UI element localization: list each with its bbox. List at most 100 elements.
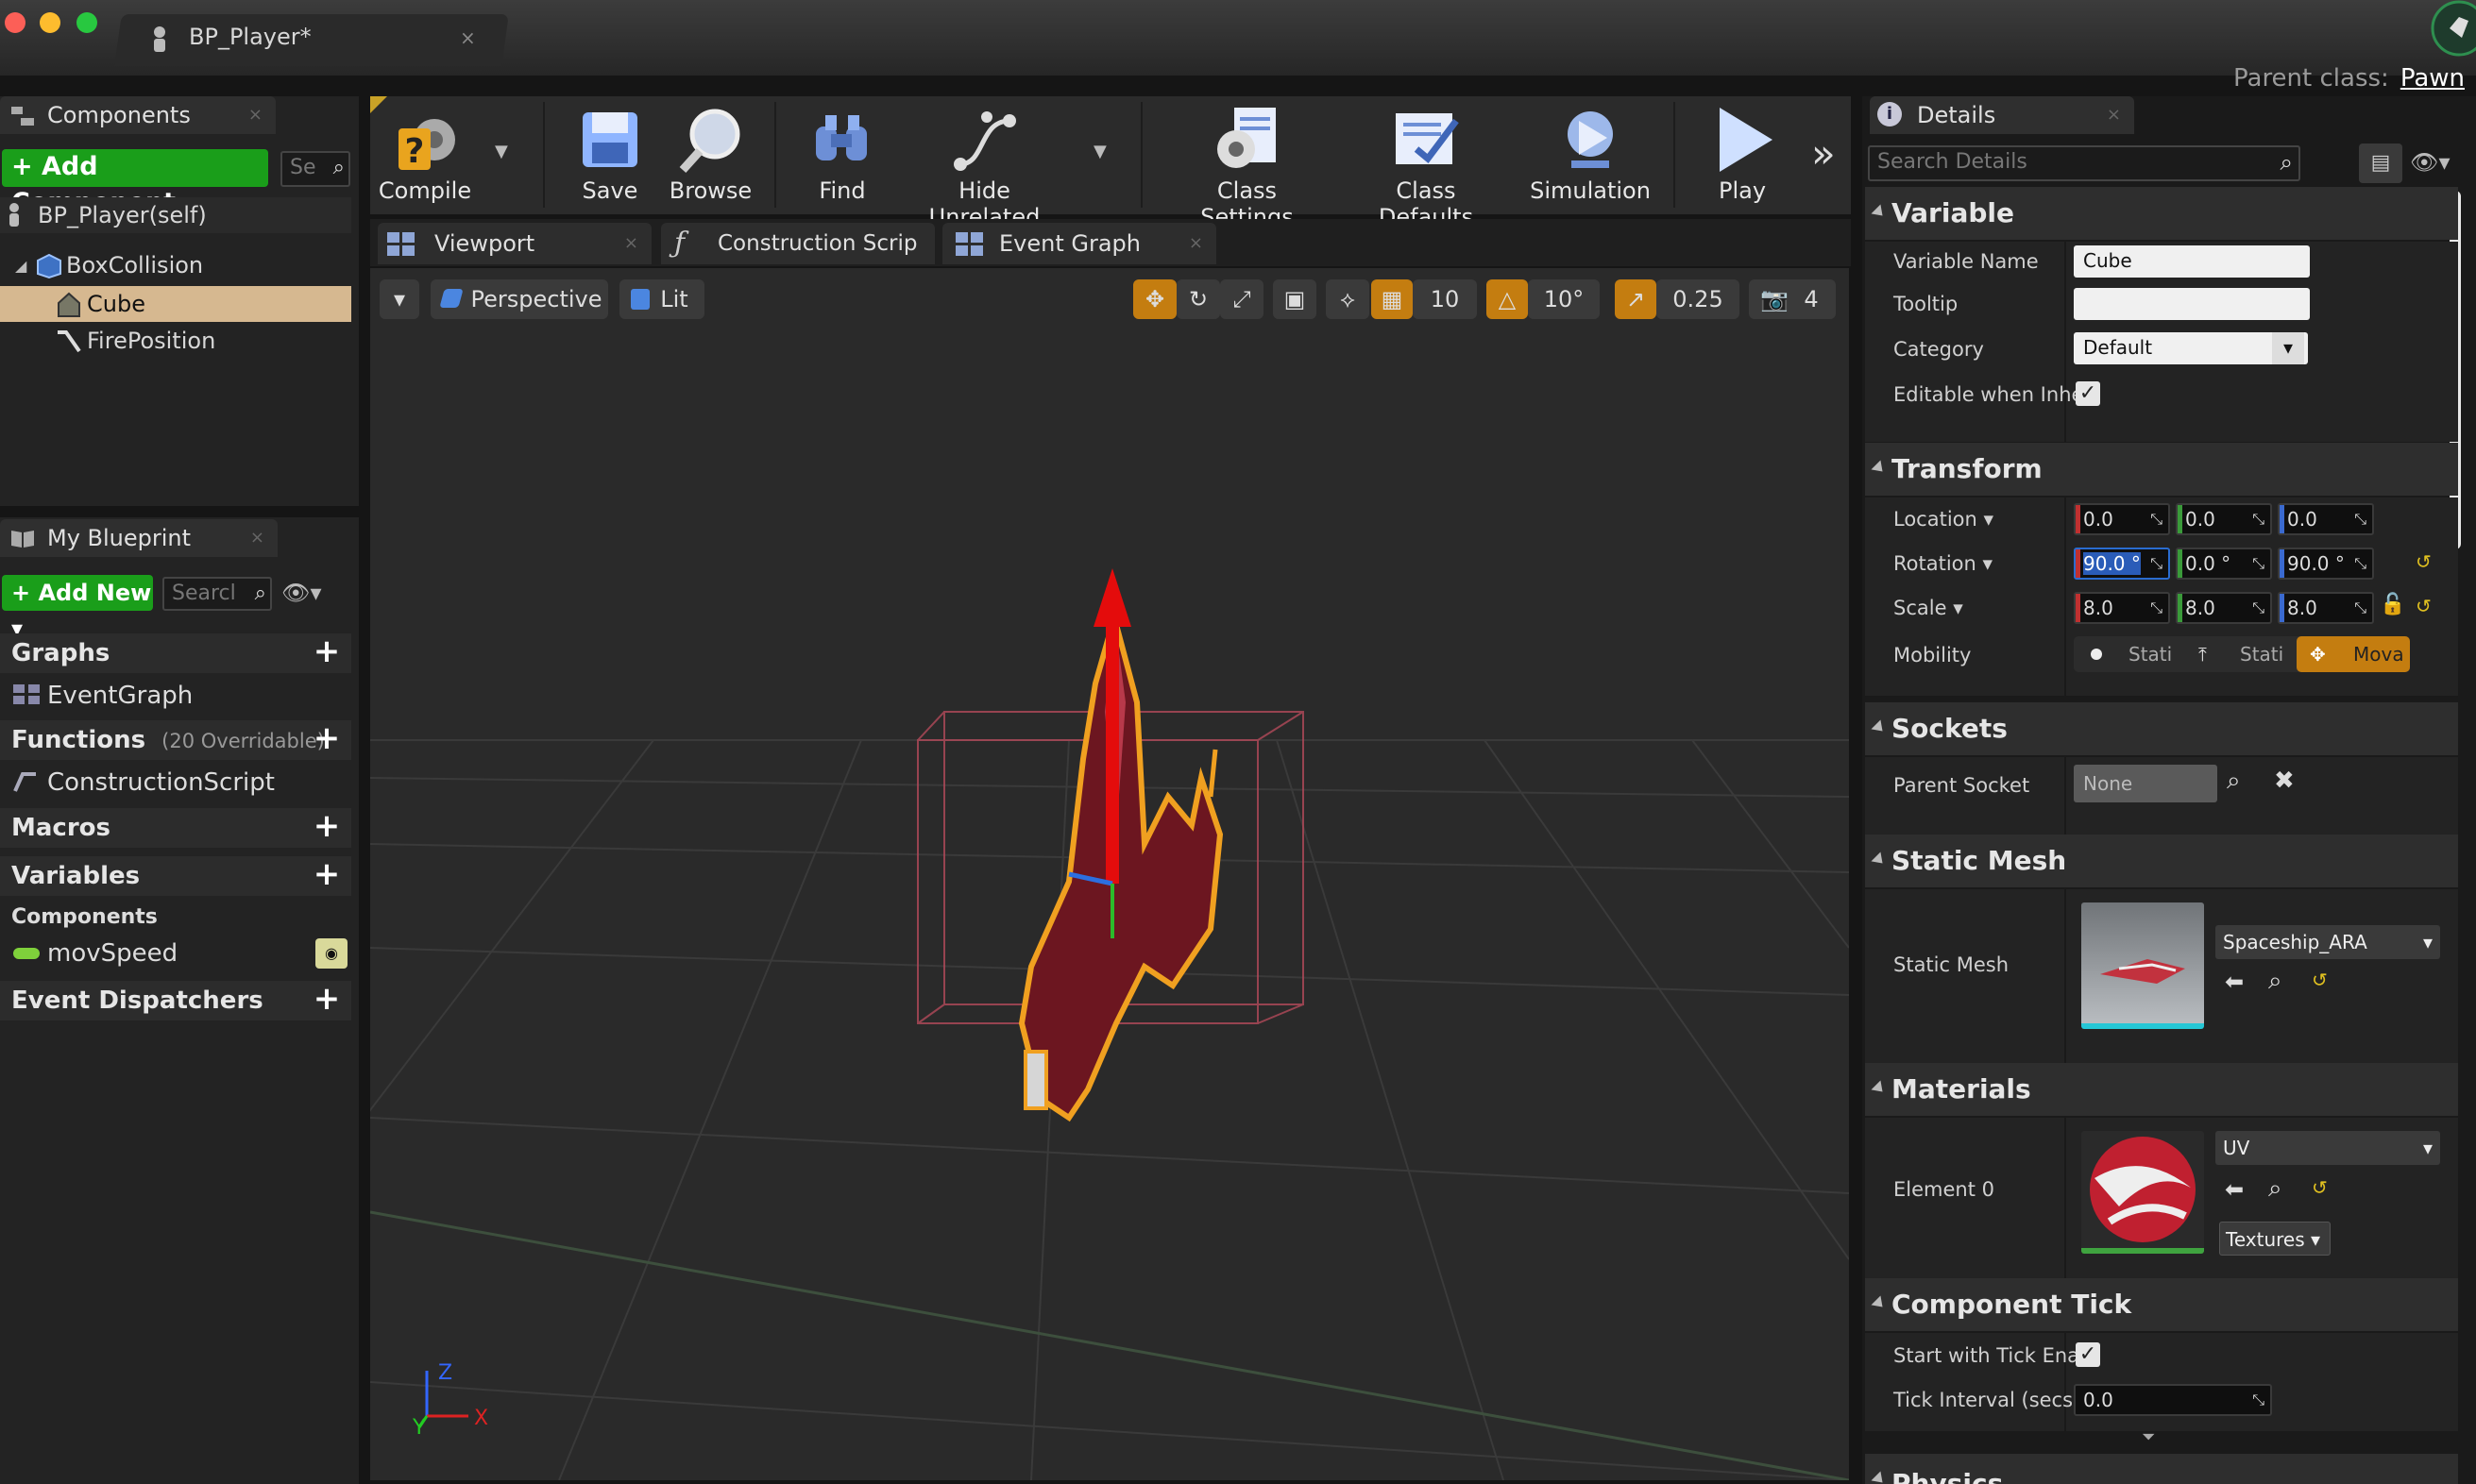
static-mesh-thumbnail[interactable] <box>2081 902 2204 1029</box>
rotation-x-field[interactable]: 90.0 ° ⤡ <box>2074 548 2170 580</box>
rotation-label[interactable]: Rotation ▾ <box>1893 552 1993 575</box>
reset-to-default-icon[interactable]: ↺ <box>2312 969 2328 991</box>
section-transform[interactable]: Transform <box>1865 443 2458 496</box>
location-z-field[interactable]: 0.0 ⤡ <box>2278 503 2374 535</box>
compile-button[interactable]: ? Compile <box>378 102 472 204</box>
clear-icon[interactable]: ✖ <box>2274 767 2295 795</box>
rotation-snap-toggle[interactable]: △ <box>1486 279 1528 319</box>
start-with-tick-checkbox[interactable]: ✓ <box>2076 1342 2100 1367</box>
section-materials[interactable]: Materials <box>1865 1063 2458 1116</box>
location-y-field[interactable]: 0.0 ⤡ <box>2176 503 2272 535</box>
category-dropdown[interactable]: Default ▾ <box>2074 332 2308 364</box>
material-dropdown[interactable]: UV ▾ <box>2215 1131 2440 1165</box>
location-x-field[interactable]: 0.0 ⤡ <box>2074 503 2170 535</box>
surface-snap-button[interactable]: ⟡ <box>1326 279 1369 319</box>
editable-when-inherited-checkbox[interactable]: ✓ <box>2076 381 2100 406</box>
tree-item-fireposition[interactable]: FirePosition <box>0 323 351 359</box>
tick-interval-field[interactable]: 0.0 ⤡ <box>2074 1384 2272 1416</box>
property-matrix-icon[interactable]: ▤ <box>2359 143 2402 183</box>
textures-dropdown-button[interactable]: Textures ▾ <box>2219 1222 2331 1256</box>
location-label[interactable]: Location ▾ <box>1893 508 1993 531</box>
movspeed-variable-item[interactable]: movSpeed <box>0 935 351 972</box>
material-thumbnail[interactable] <box>2081 1131 2204 1254</box>
macros-category[interactable]: Macros + <box>0 808 351 848</box>
close-icon[interactable]: × <box>1189 223 1203 264</box>
add-macro-button[interactable]: + <box>312 810 342 842</box>
translate-mode-button[interactable]: ✥ <box>1133 279 1177 319</box>
use-selected-arrow-icon[interactable]: ⬅ <box>2225 969 2244 995</box>
compile-options-chevron-icon[interactable]: ▼ <box>495 142 508 161</box>
section-static-mesh[interactable]: Static Mesh <box>1865 835 2458 887</box>
mobility-stationary-option[interactable]: ⤒ Stati <box>2183 636 2297 672</box>
visibility-eye-icon[interactable]: 👁▾ <box>281 580 322 606</box>
search-icon[interactable]: ⌕ <box>2227 767 2241 796</box>
parent-socket-field[interactable]: None <box>2074 765 2217 802</box>
my-blueprint-tab[interactable]: My Blueprint × <box>0 519 278 557</box>
scale-x-field[interactable]: 8.0 ⤡ <box>2074 592 2170 624</box>
add-variable-button[interactable]: + <box>312 858 342 890</box>
viewport-canvas[interactable]: Z X Y <box>370 268 1849 1480</box>
section-physics[interactable]: Physics <box>1865 1454 2458 1484</box>
use-selected-arrow-icon[interactable]: ⬅ <box>2225 1176 2244 1203</box>
scale-y-field[interactable]: 8.0 ⤡ <box>2176 592 2272 624</box>
close-icon[interactable]: × <box>624 223 638 264</box>
viewport-options-button[interactable]: ▾ <box>380 279 419 319</box>
parent-class-link[interactable]: Pawn <box>2400 64 2465 93</box>
find-button[interactable]: Find <box>795 102 890 204</box>
variable-name-input[interactable]: Cube <box>2074 245 2310 278</box>
visibility-eye-icon[interactable]: 👁▾ <box>2410 149 2451 176</box>
perspective-button[interactable]: Perspective <box>431 279 608 319</box>
tree-item-cube[interactable]: Cube <box>0 286 351 322</box>
grid-snap-value[interactable]: 10 <box>1413 279 1477 319</box>
browse-search-icon[interactable]: ⌕ <box>2268 1174 2282 1204</box>
scale-snap-value[interactable]: 0.25 <box>1656 279 1739 319</box>
my-blueprint-search-input[interactable]: Searcl ⌕ <box>162 577 272 611</box>
variables-category[interactable]: Variables + <box>0 856 351 896</box>
expand-advanced-icon[interactable]: ⏷ <box>2142 1427 2155 1447</box>
hide-unrelated-options-chevron-icon[interactable]: ▼ <box>1094 142 1107 161</box>
scale-mode-button[interactable]: ⤢ <box>1220 279 1263 319</box>
camera-speed-button[interactable]: 📷 4 <box>1749 279 1836 319</box>
browse-search-icon[interactable]: ⌕ <box>2268 967 2282 996</box>
ue-logo-icon[interactable] <box>2410 0 2476 57</box>
collapse-arrow-icon[interactable]: ◢ <box>15 257 26 275</box>
close-window-button[interactable] <box>5 12 25 33</box>
components-subcategory[interactable]: Components <box>0 899 351 936</box>
add-function-button[interactable]: + <box>312 722 342 754</box>
lock-icon[interactable]: 🔓 <box>2380 593 2405 616</box>
reset-to-default-icon[interactable]: ↺ <box>2312 1176 2328 1199</box>
zoom-window-button[interactable] <box>76 12 97 33</box>
close-icon[interactable]: × <box>2107 96 2121 134</box>
mobility-movable-option[interactable]: ✥ Mova <box>2297 636 2410 672</box>
components-tab[interactable]: Components × <box>0 96 276 134</box>
add-event-dispatcher-button[interactable]: + <box>312 983 342 1015</box>
add-component-button[interactable]: + Add Component ▾ <box>2 149 268 217</box>
toolbar-overflow-chevron-icon[interactable]: » <box>1811 130 1836 177</box>
class-defaults-button[interactable]: Class Defaults <box>1346 102 1506 230</box>
add-graph-button[interactable]: + <box>312 635 342 667</box>
reset-to-default-icon[interactable]: ↺ <box>2416 595 2432 617</box>
construction-script-item[interactable]: ConstructionScript <box>0 764 351 801</box>
play-button[interactable]: Play <box>1690 102 1794 204</box>
mobility-static-option[interactable]: Stati <box>2074 636 2183 672</box>
static-mesh-dropdown[interactable]: Spaceship_ARA ▾ <box>2215 925 2440 959</box>
details-search-input[interactable]: Search Details ⌕ <box>1868 145 2300 181</box>
grid-snap-toggle[interactable]: ▦ <box>1371 279 1413 319</box>
world-local-button[interactable]: ▣ <box>1273 279 1316 319</box>
section-sockets[interactable]: Sockets <box>1865 702 2458 755</box>
tooltip-input[interactable] <box>2074 288 2310 320</box>
browse-button[interactable]: Browse <box>661 102 760 204</box>
functions-category[interactable]: Functions (20 Overridable) + <box>0 720 351 760</box>
self-item[interactable]: BP_Player(self) <box>0 197 351 233</box>
close-icon[interactable]: × <box>460 26 476 49</box>
tab-construction-script[interactable]: Construction Scrip <box>661 223 935 264</box>
document-tab[interactable] <box>114 14 509 66</box>
add-new-button[interactable]: + Add New ▾ <box>2 575 153 642</box>
components-search-input[interactable]: Se ⌕ <box>280 151 350 187</box>
rotate-mode-button[interactable]: ↻ <box>1177 279 1220 319</box>
rotation-z-field[interactable]: 90.0 ° ⤡ <box>2278 548 2374 580</box>
lit-button[interactable]: Lit <box>619 279 704 319</box>
scale-z-field[interactable]: 8.0 ⤡ <box>2278 592 2374 624</box>
save-button[interactable]: Save <box>563 102 657 204</box>
rotation-y-field[interactable]: 0.0 ° ⤡ <box>2176 548 2272 580</box>
